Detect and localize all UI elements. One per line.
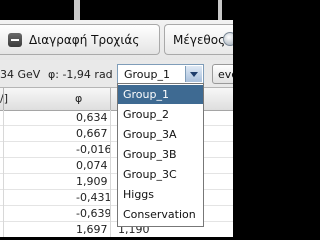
minus-icon — [8, 33, 22, 47]
column-header-phi[interactable]: φ — [75, 92, 82, 105]
cell-divider — [110, 142, 111, 158]
top-divider — [218, 0, 222, 20]
group-option-label: Conservation — [123, 208, 196, 221]
chevron-down-icon[interactable] — [185, 66, 202, 82]
phi-cell: -0,639 — [76, 207, 112, 220]
group-option-label: Group_3B — [123, 148, 177, 161]
group-option[interactable]: Group_2 — [118, 105, 203, 124]
cell-divider — [3, 142, 4, 158]
cell-divider — [110, 158, 111, 174]
group-select-value: Group_1 — [124, 68, 170, 81]
phi-cell: -0,016 — [76, 143, 112, 156]
toolbar: Διαγραφή Τροχιάς Μέγεθος — [0, 20, 233, 61]
cell-divider — [110, 174, 111, 190]
group-option-label: Higgs — [123, 188, 155, 201]
group-option-label: Group_1 — [123, 88, 169, 101]
phi-cell: 0,074 — [76, 159, 108, 172]
application-window: Διαγραφή Τροχιάς Μέγεθος 34 GeV φ: -1,94… — [0, 0, 233, 237]
cell-divider — [3, 158, 4, 174]
cell-divider — [3, 190, 4, 206]
cell-divider — [110, 110, 111, 126]
phi-cell: 0,634 — [76, 111, 108, 124]
top-strip — [0, 0, 233, 20]
delete-track-label: Διαγραφή Τροχιάς — [29, 33, 140, 47]
cell-divider — [3, 206, 4, 222]
delete-track-button[interactable]: Διαγραφή Τροχιάς — [0, 24, 160, 55]
size-slider-knob[interactable] — [223, 32, 233, 46]
top-divider — [74, 0, 80, 20]
size-control[interactable]: Μέγεθος — [164, 24, 233, 55]
group-option-label: Group_2 — [123, 108, 169, 121]
group-option[interactable]: Group_1 — [118, 85, 203, 104]
phi-cell: 1,697 — [76, 223, 108, 236]
phi-cell: -0,431 — [76, 191, 112, 204]
cell-divider — [110, 126, 111, 142]
group-option[interactable]: Conservation — [118, 205, 203, 224]
cell-divider — [110, 222, 111, 237]
cell-divider — [3, 126, 4, 142]
group-option-label: Group_3C — [123, 168, 177, 181]
group-dropdown-list: Group_1 Group_2 Group_3A Group_3B Group_… — [117, 83, 204, 227]
energy-readout: 34 GeV — [0, 68, 41, 81]
cell-divider — [110, 190, 111, 206]
group-option[interactable]: Group_3C — [118, 165, 203, 184]
phi-cell: 0,667 — [76, 127, 108, 140]
cell-divider — [3, 110, 4, 126]
event-button-label: eve — [218, 68, 233, 81]
group-select[interactable]: Group_1 — [117, 64, 204, 84]
cell-divider — [3, 174, 4, 190]
phi-cell: 1,909 — [76, 175, 108, 188]
event-button[interactable]: eve — [212, 64, 233, 84]
cell-divider — [3, 222, 4, 237]
group-option[interactable]: Group_3A — [118, 125, 203, 144]
column-header-left[interactable]: /] — [0, 92, 8, 105]
size-label: Μέγεθος — [173, 33, 226, 47]
cell-divider — [110, 206, 111, 222]
group-option[interactable]: Higgs — [118, 185, 203, 204]
phi-readout: φ: -1,94 rad — [48, 68, 113, 81]
group-option[interactable]: Group_3B — [118, 145, 203, 164]
group-option-label: Group_3A — [123, 128, 177, 141]
column-divider — [110, 88, 111, 110]
column-divider — [3, 88, 4, 110]
